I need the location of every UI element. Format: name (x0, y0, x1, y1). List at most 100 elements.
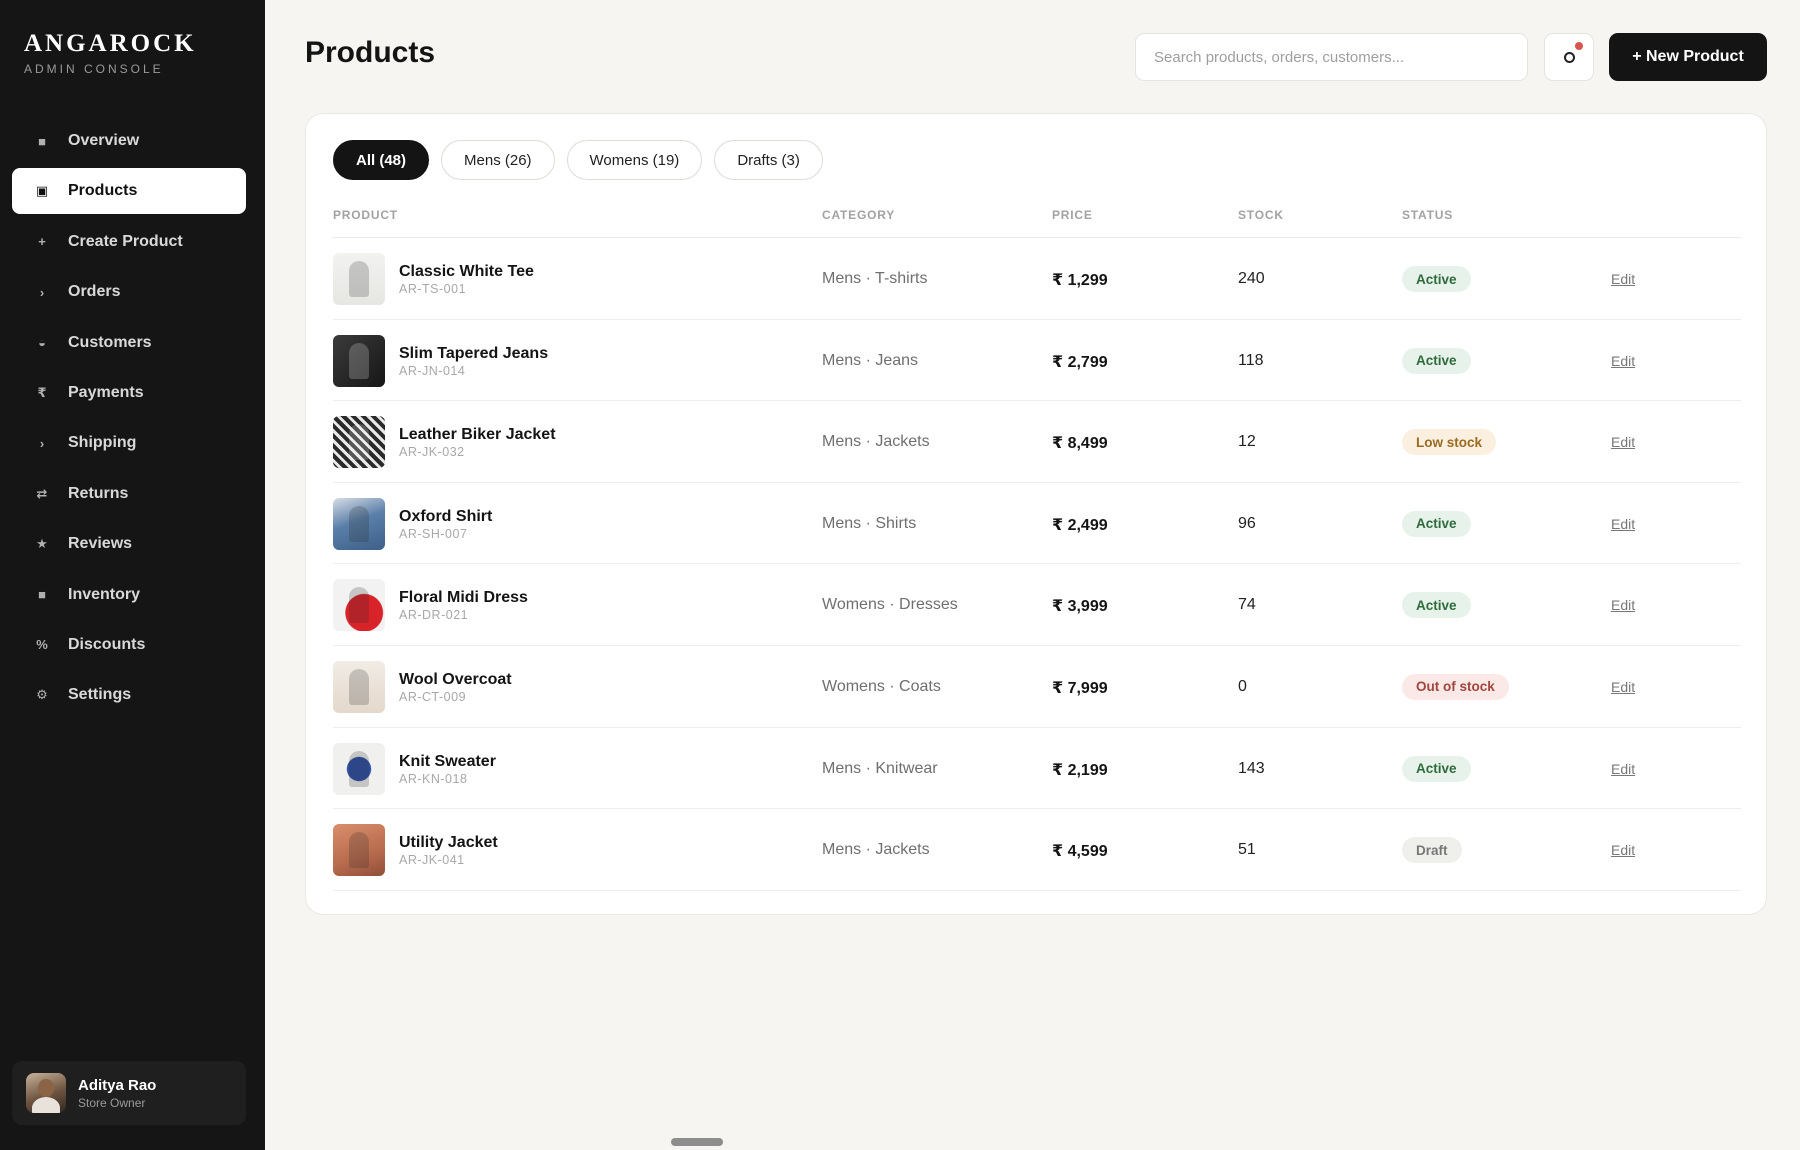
sidebar-item-overview[interactable]: ■ Overview (12, 118, 246, 164)
product-stock: 96 (1238, 514, 1256, 532)
product-figure (349, 750, 369, 787)
status-badge: Active (1402, 266, 1471, 292)
product-stock: 143 (1238, 759, 1265, 777)
edit-link[interactable]: Edit (1611, 761, 1635, 777)
product-sku: AR-JN-014 (399, 363, 466, 378)
notification-dot (1575, 42, 1583, 50)
sidebar-item-create-product[interactable]: + Create Product (12, 219, 246, 265)
table-row[interactable]: Slim Tapered Jeans AR-JN-014 Mens · Jeans ₹… (333, 320, 1741, 402)
user-meta: Aditya Rao Store Owner (78, 1077, 156, 1110)
product-sku: AR-JK-041 (399, 853, 465, 868)
product-price: ₹ 2,799 (1052, 353, 1108, 371)
sidebar-item-orders[interactable]: › Orders (12, 269, 246, 315)
star-icon: ★ (36, 536, 48, 552)
status-badge: Active (1402, 510, 1471, 537)
product-name: Leather Biker Jacket (399, 426, 556, 444)
sidebar-item-discounts[interactable]: % Discounts (12, 622, 246, 668)
product-thumbnail (333, 579, 385, 632)
chevron-right-icon: › (39, 284, 45, 300)
status-badge: Active (1402, 592, 1471, 619)
product-category: Mens · Jackets (822, 841, 930, 859)
table-row[interactable]: Floral Midi Dress AR-DR-021 Womens · Dress… (333, 564, 1741, 646)
product-price: ₹ 2,199 (1052, 761, 1108, 779)
half-circle-icon: ◒ (38, 335, 46, 351)
edit-link[interactable]: Edit (1611, 597, 1635, 613)
tab-drafts[interactable]: Drafts (3) (714, 140, 823, 180)
user-card[interactable]: Aditya Rao Store Owner (12, 1061, 246, 1125)
tab-mens[interactable]: Mens (26) (441, 140, 555, 180)
sidebar-item-label: Shipping (68, 434, 137, 452)
sidebar-item-customers[interactable]: ◒ Customers (12, 320, 246, 366)
swap-icon: ⇄ (36, 485, 48, 501)
edit-link[interactable]: Edit (1611, 842, 1635, 858)
brand-name: ANGAROCK (24, 30, 197, 57)
product-thumbnail (333, 497, 385, 550)
notification-button[interactable] (1544, 33, 1594, 81)
product-thumbnail (333, 660, 385, 713)
sidebar-item-reviews[interactable]: ★ Reviews (12, 521, 246, 567)
edit-link[interactable]: Edit (1611, 434, 1635, 450)
sidebar-item-label: Payments (68, 383, 144, 401)
sidebar-item-returns[interactable]: ⇄ Returns (12, 471, 246, 517)
product-stock: 240 (1238, 270, 1265, 287)
sidebar-item-shipping[interactable]: › Shipping (12, 420, 246, 466)
product-figure (349, 505, 369, 542)
table-row[interactable]: Utility Jacket AR-JK-041 Mens · Jackets ₹ 4… (333, 809, 1741, 891)
sidebar: ANGAROCK ADMIN CONSOLE ■ Overview ▣ Product… (0, 0, 265, 1150)
product-stock: 118 (1238, 351, 1264, 369)
tab-womens[interactable]: Womens (19) (566, 140, 703, 180)
product-figure (349, 261, 369, 297)
sidebar-item-label: Overview (68, 132, 140, 149)
user-role: Store Owner (78, 1095, 146, 1110)
sidebar-item-label: Orders (68, 283, 121, 301)
product-price: ₹ 7,999 (1052, 679, 1108, 697)
product-thumbnail (333, 824, 385, 877)
product-sku: AR-KN-018 (399, 771, 468, 786)
column-header-stock: STOCK (1238, 208, 1284, 222)
rupee-icon: ₹ (37, 384, 47, 400)
status-badge: Draft (1402, 837, 1462, 864)
brand-subtitle: ADMIN CONSOLE (24, 62, 164, 76)
brand[interactable]: ANGAROCK ADMIN CONSOLE (24, 30, 197, 76)
sidebar-item-label: Reviews (68, 535, 133, 553)
edit-link[interactable]: Edit (1611, 679, 1635, 695)
status-badge: Active (1402, 755, 1471, 782)
product-thumbnail (333, 742, 385, 795)
table-row[interactable]: Oxford Shirt AR-SH-007 Mens · Shirts ₹ 2,49… (333, 483, 1741, 565)
product-thumbnail (333, 416, 385, 469)
plus-icon: + (38, 234, 46, 250)
product-category: Mens · Knitwear (822, 759, 938, 777)
avatar (26, 1073, 66, 1113)
column-header-price: PRICE (1052, 208, 1093, 222)
scroll-handle[interactable] (671, 1138, 723, 1146)
tab-all[interactable]: All (48) (333, 140, 430, 180)
filter-tabs: All (48) Mens (26) Womens (19) Drafts (3) (333, 140, 835, 180)
products-card: All (48) Mens (26) Womens (19) Drafts (3) P… (305, 113, 1767, 915)
sidebar-item-inventory[interactable]: ■ Inventory (12, 572, 246, 618)
table-row[interactable]: Classic White Tee AR-TS-001 Mens · T-shirt… (333, 238, 1741, 320)
edit-link[interactable]: Edit (1611, 271, 1635, 287)
product-price: ₹ 2,499 (1052, 516, 1108, 534)
table-row[interactable]: Leather Biker Jacket AR-JK-032 Mens · Jack… (333, 401, 1741, 483)
table-row[interactable]: Knit Sweater AR-KN-018 Mens · Knitwear ₹ 2,… (333, 728, 1741, 810)
sidebar-item-label: Discounts (68, 635, 146, 653)
product-sku: AR-TS-001 (399, 282, 467, 296)
edit-link[interactable]: Edit (1611, 353, 1635, 369)
status-badge: Low stock (1402, 429, 1497, 456)
products-table: Classic White Tee AR-TS-001 Mens · T-shirt… (333, 238, 1741, 891)
product-name: Classic White Tee (399, 263, 534, 280)
sidebar-item-settings[interactable]: ⚙ Settings (12, 672, 246, 718)
product-price: ₹ 3,999 (1052, 598, 1108, 616)
product-category: Mens · Jackets (822, 433, 930, 451)
product-name: Floral Midi Dress (399, 589, 528, 607)
product-category: Mens · Shirts (822, 514, 917, 532)
user-name: Aditya Rao (78, 1076, 157, 1094)
new-product-button[interactable]: + New Product (1609, 33, 1767, 81)
notification-icon (1563, 51, 1575, 63)
edit-link[interactable]: Edit (1611, 516, 1635, 532)
sidebar-item-label: Customers (68, 333, 152, 351)
sidebar-item-payments[interactable]: ₹ Payments (12, 370, 246, 416)
search-input[interactable] (1135, 33, 1528, 81)
table-row[interactable]: Wool Overcoat AR-CT-009 Womens · Coats ₹ 7,… (333, 646, 1741, 728)
sidebar-item-products[interactable]: ▣ Products (12, 168, 246, 215)
